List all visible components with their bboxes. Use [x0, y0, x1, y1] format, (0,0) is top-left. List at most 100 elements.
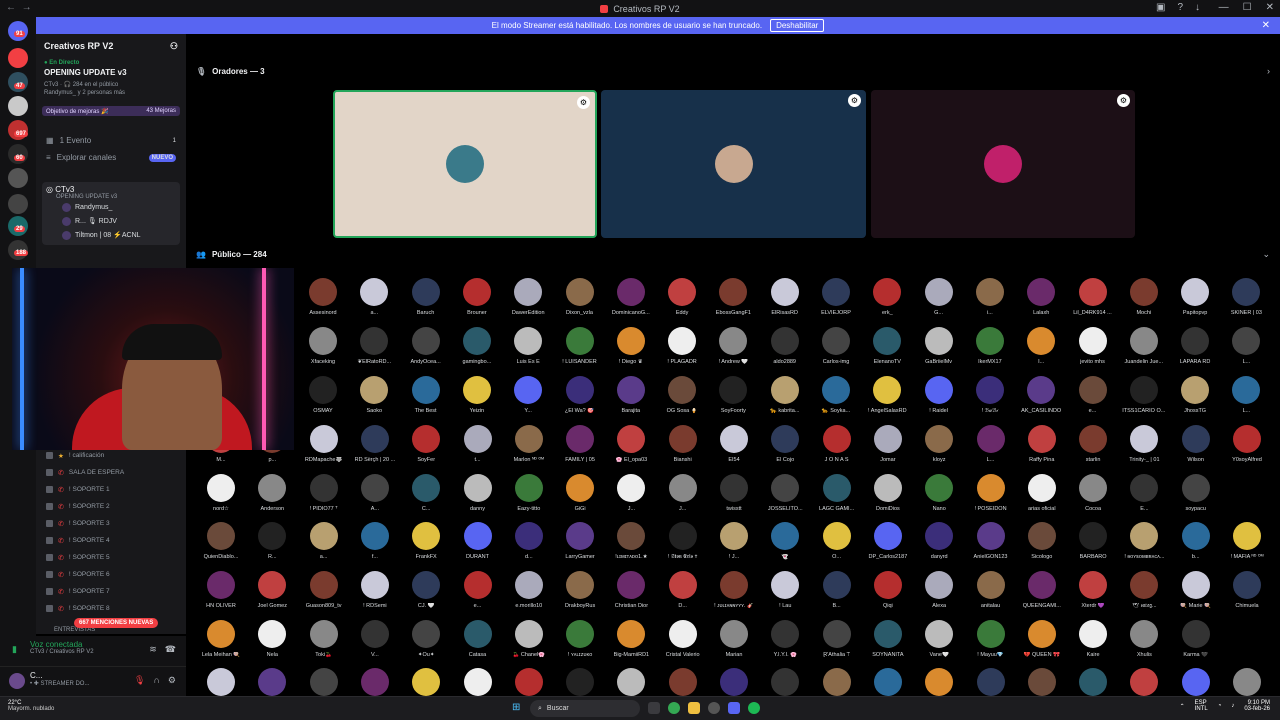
- nav-arrows[interactable]: ← →: [6, 2, 32, 13]
- file-explorer-icon[interactable]: [688, 702, 700, 714]
- audience-member[interactable]: 🍒 Chanel🌸: [504, 620, 554, 658]
- audience-member[interactable]: B...: [812, 571, 862, 609]
- audience-member[interactable]: arias oficial: [1017, 474, 1067, 512]
- audience-member[interactable]: DominicanoG...: [606, 278, 656, 316]
- audience-member[interactable]: Y.I.Y.I. 🌸: [760, 620, 810, 658]
- volume-icon[interactable]: ♪: [1231, 703, 1234, 709]
- speakers-header[interactable]: 🎙 Oradores — 3: [196, 67, 265, 76]
- settings-gear-icon[interactable]: ⚙: [168, 675, 176, 686]
- audience-member[interactable]: AK_CASILINDO: [1016, 376, 1066, 414]
- download-icon[interactable]: ↓: [1195, 2, 1200, 13]
- audience-member[interactable]: Xhulis: [1119, 620, 1169, 658]
- audience-member[interactable]: Big-MamiiRD1: [606, 620, 656, 658]
- audience-member[interactable]: Christian Dior: [606, 571, 656, 609]
- audience-member[interactable]: ! ʏᴀʟɪᴢᴜᴋᴏ: [555, 620, 605, 658]
- audience-member[interactable]: ! Andrew 🤍: [708, 327, 758, 365]
- audience-member[interactable]: LarryGamer: [555, 522, 605, 560]
- audience-member[interactable]: ¿El Wa? 🎯: [555, 376, 605, 414]
- discord-taskbar-icon[interactable]: [728, 702, 740, 714]
- audience-member[interactable]: 🐆 kabrita...: [760, 376, 810, 414]
- audience-member[interactable]: [1017, 668, 1067, 696]
- minimize-button[interactable]: —: [1219, 2, 1229, 13]
- audience-member[interactable]: OSMAY: [298, 376, 348, 414]
- audience-member[interactable]: nord☆: [196, 474, 246, 512]
- audience-member[interactable]: GiGi: [555, 474, 605, 512]
- server-icon[interactable]: [8, 168, 28, 188]
- audience-member[interactable]: soypacu: [1171, 474, 1221, 512]
- audience-member[interactable]: RDMapache🐺: [299, 425, 349, 463]
- add-member-icon[interactable]: ⚇: [170, 41, 178, 52]
- audience-member[interactable]: V...: [350, 620, 400, 658]
- chevron-right-icon[interactable]: ›: [1267, 66, 1270, 76]
- server-icon[interactable]: [8, 194, 28, 214]
- audience-member[interactable]: Anderson: [247, 474, 297, 512]
- audience-member[interactable]: ! LUISANDER: [555, 327, 605, 365]
- audience-member[interactable]: Chimuela: [1222, 571, 1272, 609]
- audience-member[interactable]: IkerMX17: [965, 327, 1015, 365]
- audience-member[interactable]: ! Mayuu💎: [966, 620, 1016, 658]
- audience-member[interactable]: Xfaceking: [298, 327, 348, 365]
- taskbar-search[interactable]: ⌕ Buscar: [530, 700, 640, 717]
- audience-member[interactable]: [966, 668, 1016, 696]
- audience-member[interactable]: [1171, 668, 1221, 696]
- audience-member[interactable]: erk_: [862, 278, 912, 316]
- audience-member[interactable]: FAMILY | 05: [555, 425, 605, 463]
- audience-member[interactable]: The Best: [401, 376, 451, 414]
- audience-member[interactable]: OG Sosa 🍦: [657, 376, 707, 414]
- audience-member[interactable]: GaBriielMv: [914, 327, 964, 365]
- audience-member[interactable]: [247, 668, 297, 696]
- audience-member[interactable]: [401, 668, 451, 696]
- audience-member[interactable]: kloyz: [914, 425, 964, 463]
- audience-member[interactable]: Wilson: [1171, 425, 1221, 463]
- audience-member[interactable]: ! PLAGADR: [657, 327, 707, 365]
- audience-member[interactable]: ! ᴊᴜʟɪᴀɴɴʏʏʏ. 🎸: [709, 571, 759, 609]
- audience-member[interactable]: 👻: [760, 522, 810, 560]
- audience-member[interactable]: t...: [453, 425, 503, 463]
- task-view-icon[interactable]: [648, 702, 660, 714]
- maximize-button[interactable]: ☐: [1243, 2, 1252, 13]
- audience-member[interactable]: SoyFer: [401, 425, 451, 463]
- audience-member[interactable]: [453, 668, 503, 696]
- audience-member[interactable]: I...: [1016, 327, 1066, 365]
- audience-member[interactable]: ! Lau: [760, 571, 810, 609]
- speaker-tile[interactable]: ⚙: [601, 90, 866, 238]
- audience-member[interactable]: !ʟɪᴍɪᴛᴀᴅᴏ1.★: [606, 522, 656, 560]
- audience-member[interactable]: aldo2889: [760, 327, 810, 365]
- audience-member[interactable]: [555, 668, 605, 696]
- audience-member[interactable]: SOYNANITA: [863, 620, 913, 658]
- audience-member[interactable]: ! AngelSalasRD: [862, 376, 912, 414]
- server-header[interactable]: Creativos RP V2 ⚇: [36, 34, 186, 58]
- audience-member[interactable]: zaza 🍺: [1273, 522, 1280, 560]
- audience-member[interactable]: DURANT: [453, 522, 503, 560]
- audience-member[interactable]: Trinity-_ | 01: [1119, 425, 1169, 463]
- audience-member[interactable]: danny: [453, 474, 503, 512]
- audience-member[interactable]: ❦ElRatoRD...: [349, 327, 399, 365]
- audience-member[interactable]: SoyFoorty: [708, 376, 758, 414]
- channel-item[interactable]: ✆! SOPORTE 3: [36, 515, 186, 532]
- audience-member[interactable]: DrakboyRus: [555, 571, 605, 609]
- audience-member[interactable]: CJ. 🤍: [401, 571, 451, 609]
- stage-user[interactable]: Tiltmon | 08 ⚡ACNL: [46, 228, 176, 242]
- audience-member[interactable]: Cocoa: [1068, 474, 1118, 512]
- audience-member[interactable]: Dixon_vzla: [555, 278, 605, 316]
- audience-member[interactable]: Y0soyAlfred: [1222, 425, 1272, 463]
- audience-member[interactable]: Toki🍒: [299, 620, 349, 658]
- boost-goal[interactable]: Objetivo de mejoras 🎉 43 Mejoras: [42, 106, 180, 116]
- audience-member[interactable]: L...: [1221, 327, 1271, 365]
- audience-member[interactable]: LAGC GAMI...: [812, 474, 862, 512]
- audience-member[interactable]: Assesinord: [298, 278, 348, 316]
- audience-member[interactable]: LAPARA RD: [1170, 327, 1220, 365]
- audience-member[interactable]: d...: [504, 522, 554, 560]
- disconnect-icon[interactable]: ☎: [165, 644, 176, 655]
- gear-icon[interactable]: ⚙: [848, 94, 861, 107]
- audience-member[interactable]: Sicologo: [1017, 522, 1067, 560]
- language-indicator[interactable]: ESP INTL: [1195, 700, 1208, 712]
- spotify-icon[interactable]: [748, 702, 760, 714]
- audience-member[interactable]: 🕊 𝔰𝔞𝔯𝔞𝔤...: [1119, 571, 1169, 610]
- audience-member[interactable]: Nano: [914, 474, 964, 512]
- audience-member[interactable]: ! POSEIDON: [966, 474, 1016, 512]
- audience-member[interactable]: J O N A S: [812, 425, 862, 463]
- network-icon[interactable]: ◔: [1218, 703, 1222, 709]
- audience-member[interactable]: Luis Es E: [503, 327, 553, 365]
- audience-member[interactable]: ! Diego ♛: [606, 327, 656, 365]
